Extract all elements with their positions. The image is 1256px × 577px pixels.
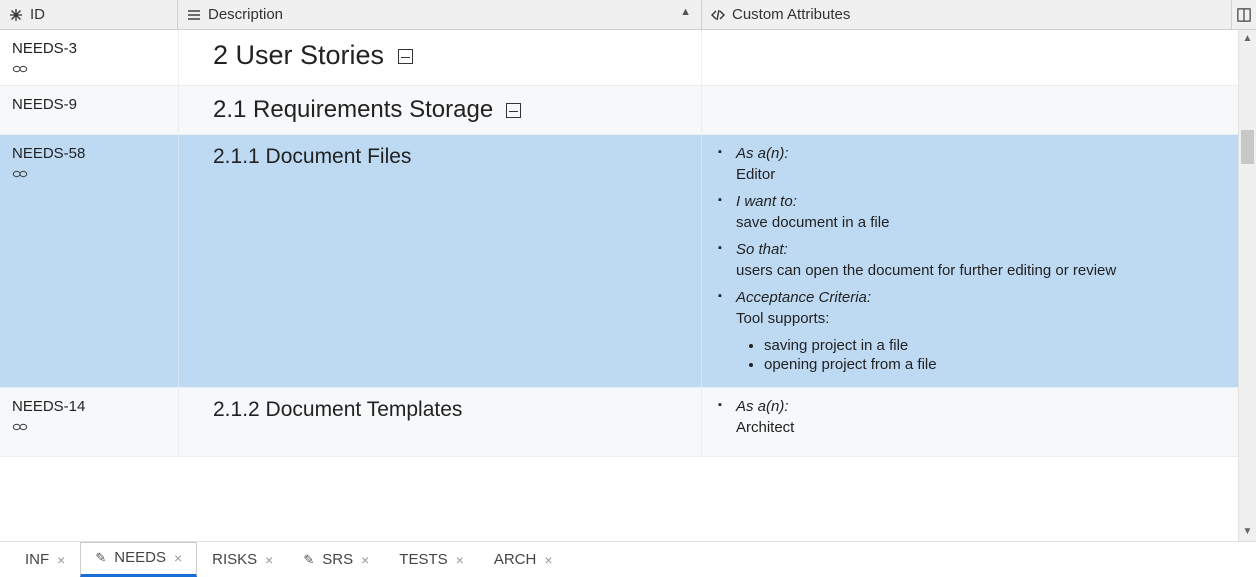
close-icon[interactable]: × [544,552,552,568]
collapse-icon[interactable] [398,49,413,64]
column-header-description[interactable]: Description ▲ [178,0,702,29]
tab-label: ARCH [494,551,537,568]
tab-label: RISKS [212,551,257,568]
tab-arch[interactable]: ARCH × [479,544,568,577]
close-icon[interactable]: × [174,550,182,566]
close-icon[interactable]: × [456,552,464,568]
tab-inf[interactable]: INF × [10,544,80,577]
attribute-item: Acceptance Criteria: Tool supports: saving… [718,289,1226,373]
tab-tests[interactable]: TESTS × [384,544,479,577]
attribute-bullet: saving project in a file [764,337,1226,354]
id-cell: NEEDS-58 [0,135,178,387]
column-header-custom-attributes[interactable]: Custom Attributes [702,0,1232,29]
pencil-icon: ✎ [95,550,106,566]
table-row[interactable]: NEEDS-14 2.1.2 Document Templates As a(n):… [0,388,1238,457]
table-row[interactable]: NEEDS-58 2.1.1 Document Files As a(n): Edit… [0,135,1238,388]
close-icon[interactable]: × [57,552,65,568]
row-heading: 2 User Stories [213,40,384,70]
scroll-up-button[interactable]: ▲ [1239,30,1256,48]
id-cell: NEEDS-3 [0,30,178,85]
description-cell: 2.1 Requirements Storage [178,86,702,134]
row-id: NEEDS-3 [12,40,166,57]
scroll-thumb[interactable] [1241,130,1254,164]
description-cell: 2.1.1 Document Files [178,135,702,387]
custom-attributes-cell: As a(n): Architect [702,388,1238,456]
tab-label: TESTS [399,551,447,568]
id-cell: NEEDS-9 [0,86,178,134]
custom-attributes-cell [702,86,1238,134]
id-cell: NEEDS-14 [0,388,178,456]
attribute-label: Acceptance Criteria: [736,289,871,306]
tab-srs[interactable]: ✎ SRS × [288,544,384,577]
column-header-description-label: Description [208,6,283,23]
document-tabs: INF × ✎ NEEDS × RISKS × ✎ SRS × TESTS × ARCH × [0,541,1256,577]
table-row[interactable]: NEEDS-3 2 User Stories [0,30,1238,86]
requirements-grid: NEEDS-3 2 User Stories NEEDS-9 2.1 Require… [0,30,1238,541]
table-row[interactable]: NEEDS-9 2.1 Requirements Storage [0,86,1238,135]
attribute-value: Tool supports: [736,310,1226,327]
row-heading: 2.1.1 Document Files [213,145,411,168]
pencil-icon: ✎ [303,552,314,568]
tab-risks[interactable]: RISKS × [197,544,288,577]
attribute-label: As a(n): [736,398,789,415]
link-icon[interactable] [12,63,166,75]
tab-label: INF [25,551,49,568]
row-heading: 2.1.2 Document Templates [213,398,462,421]
tab-label: SRS [322,551,353,568]
row-id: NEEDS-14 [12,398,166,415]
attribute-label: So that: [736,241,788,258]
collapse-icon[interactable] [506,103,521,118]
link-icon[interactable] [12,168,166,180]
attribute-item: As a(n): Editor [718,145,1226,183]
columns-config-button[interactable] [1232,8,1256,22]
asterisk-icon [8,7,24,23]
scroll-down-button[interactable]: ▼ [1239,523,1256,541]
row-heading: 2.1 Requirements Storage [213,96,493,123]
close-icon[interactable]: × [265,552,273,568]
close-icon[interactable]: × [361,552,369,568]
vertical-scrollbar[interactable]: ▲ ▼ [1238,30,1256,541]
row-id: NEEDS-58 [12,145,166,162]
sort-asc-icon: ▲ [680,6,691,18]
attribute-label: I want to: [736,193,797,210]
link-icon[interactable] [12,421,166,433]
row-id: NEEDS-9 [12,96,166,113]
attribute-item: So that: users can open the document for … [718,241,1226,279]
custom-attributes-cell: As a(n): Editor I want to: save document in… [702,135,1238,387]
column-header-row: ID Description ▲ Custom Attributes [0,0,1256,30]
attribute-bullet: opening project from a file [764,356,1226,373]
tab-needs[interactable]: ✎ NEEDS × [80,542,197,577]
attribute-value: save document in a file [736,214,1226,231]
attribute-value: users can open the document for further … [736,262,1226,279]
description-cell: 2 User Stories [178,30,702,85]
attribute-item: I want to: save document in a file [718,193,1226,231]
column-header-custom-attributes-label: Custom Attributes [732,6,850,23]
code-icon [710,7,726,23]
attribute-label: As a(n): [736,145,789,162]
list-icon [186,7,202,23]
attribute-value: Editor [736,166,1226,183]
column-header-id[interactable]: ID [0,0,178,29]
column-header-id-label: ID [30,6,45,23]
attribute-value: Architect [736,419,1226,436]
description-cell: 2.1.2 Document Templates [178,388,702,456]
custom-attributes-cell [702,30,1238,85]
attribute-item: As a(n): Architect [718,398,1226,436]
tab-label: NEEDS [114,549,166,566]
